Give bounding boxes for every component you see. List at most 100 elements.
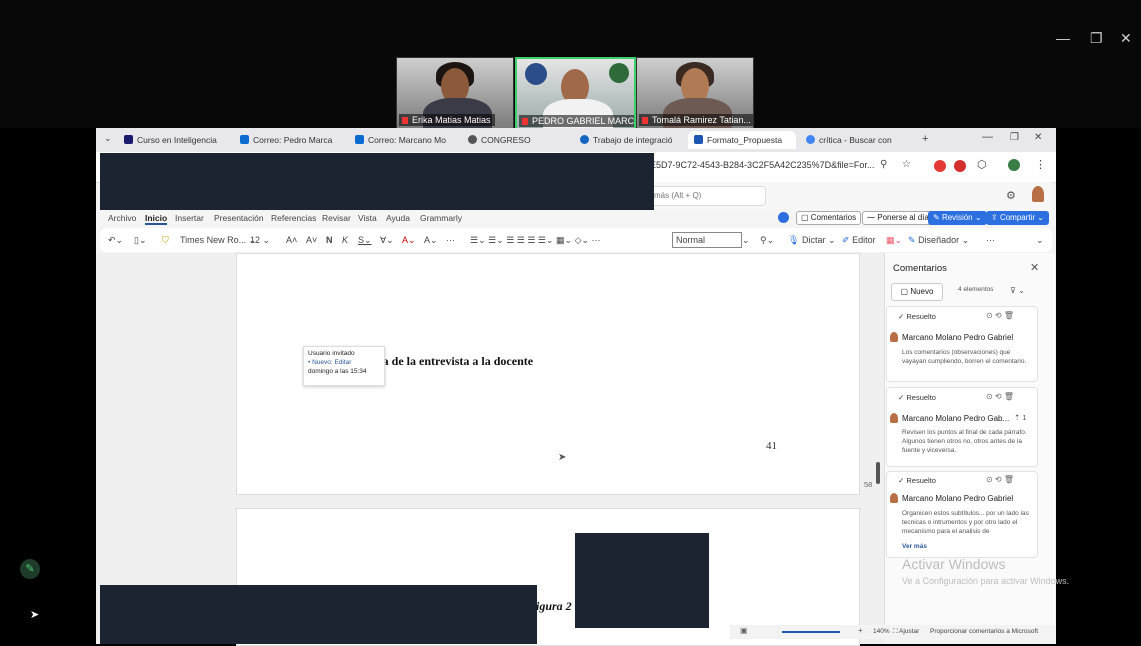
browser-menu-icon[interactable]: ⋮ xyxy=(1035,158,1046,171)
annotate-pen-icon[interactable]: ✎ xyxy=(20,559,40,579)
designer-icon: ✎ xyxy=(908,235,916,245)
tab-favicon-icon xyxy=(468,135,477,144)
zoom-icon[interactable]: ⚲ xyxy=(880,159,887,170)
tab-list-icon[interactable]: ⌄ xyxy=(104,133,112,144)
tab-revisar[interactable]: Revisar xyxy=(322,213,351,223)
search-hint: más (Alt + Q) xyxy=(654,191,702,200)
disenador-button[interactable]: ✎ Diseñador ⌄ xyxy=(908,235,969,246)
new-comment-button[interactable]: ▢ Nuevo xyxy=(891,283,943,301)
ponerse-al-dia-button[interactable]: ⁓ Ponerse al día xyxy=(862,211,934,225)
browser-minimize-icon[interactable]: — xyxy=(982,131,993,143)
extension-icon[interactable] xyxy=(954,160,966,172)
clear-format-icon[interactable]: A⌄ xyxy=(424,235,438,246)
format-painter-icon[interactable]: ⛉ xyxy=(162,235,169,246)
browser-tab[interactable]: Correo: Marcano Mo xyxy=(355,131,455,149)
browser-tab[interactable]: Curso en Inteligencia xyxy=(124,131,230,149)
avatar xyxy=(890,493,898,503)
vertical-scrollbar[interactable] xyxy=(876,462,880,484)
tab-archivo[interactable]: Archivo xyxy=(108,213,136,223)
comment-icon: ▢ xyxy=(801,213,811,222)
microphone-icon: 🎙 xyxy=(788,235,800,245)
comment-actions-icon[interactable]: ⊙ ⟲ 🗑 xyxy=(986,392,1014,401)
comment-body: Revisen los puntos al final de cada párr… xyxy=(902,429,1027,454)
comment-author: Marcano Molano Pedro Gab... xyxy=(902,414,1010,423)
editor-button[interactable]: ✐ Editor xyxy=(842,235,876,246)
feedback-link[interactable]: Proporcionar comentarios a Microsoft xyxy=(930,628,1038,635)
underline-icon[interactable]: S⌄ xyxy=(358,235,372,246)
minimize-button[interactable]: — xyxy=(1056,30,1070,46)
browser-restore-icon[interactable]: ❐ xyxy=(1010,132,1019,143)
bold-icon[interactable]: N xyxy=(326,235,333,245)
line-indicator: 58 xyxy=(864,480,873,489)
tab-grammarly[interactable]: Grammarly xyxy=(420,213,462,223)
undo-icon[interactable]: ↶⌄ xyxy=(108,235,123,246)
tab-favicon-icon xyxy=(124,135,133,144)
tab-presentacion[interactable]: Presentación xyxy=(214,213,264,223)
restore-button[interactable]: ❐ xyxy=(1090,30,1103,47)
shrink-font-icon[interactable]: A˅ xyxy=(306,235,317,245)
favorite-star-icon[interactable]: ☆ xyxy=(902,159,911,170)
fit-button[interactable]: ⛶ Ajustar xyxy=(893,628,919,636)
share-icon: ⇪ xyxy=(991,213,1000,222)
page-view-icon[interactable]: ▣ xyxy=(740,626,748,635)
browser-tab[interactable]: crítica - Buscar con xyxy=(806,131,906,149)
style-dropdown-icon[interactable]: ⌄ xyxy=(742,235,750,246)
comentarios-button[interactable]: ▢ Comentarios xyxy=(796,211,862,225)
revision-button[interactable]: ✎ Revisión ⌄ xyxy=(928,211,987,225)
participant-tile[interactable]: Tomalá Ramirez Tatian... xyxy=(636,57,754,129)
see-more-link[interactable]: Ver más xyxy=(902,543,927,550)
browser-tab-active[interactable]: Formato_Propuesta xyxy=(688,131,796,149)
settings-gear-icon[interactable]: ⚙ xyxy=(1006,189,1016,202)
ribbon-expand-icon[interactable]: ⌄ xyxy=(1036,235,1044,246)
browser-close-icon[interactable]: ✕ xyxy=(1034,132,1042,143)
extension-icon[interactable] xyxy=(934,160,946,172)
compartir-button[interactable]: ⇪ Compartir ⌄ xyxy=(986,211,1049,225)
browser-tab[interactable]: CONGRESO xyxy=(468,131,558,149)
comment-actions-icon[interactable]: ⊙ ⟲ 🗑 xyxy=(986,475,1014,484)
comment-add-icon: ▢ xyxy=(900,287,911,296)
cloud-icon xyxy=(580,135,589,144)
filter-icon[interactable]: ⊽ ⌄ xyxy=(1010,286,1025,295)
figure-caption: igura 2 xyxy=(536,599,572,613)
add-in-icon[interactable]: ▦⌄ xyxy=(886,235,902,246)
clipboard-icon[interactable]: ▯⌄ xyxy=(134,235,147,246)
close-button[interactable]: ✕ xyxy=(1120,30,1132,47)
zoom-in-icon[interactable]: + xyxy=(858,626,863,635)
italic-icon[interactable]: K xyxy=(342,235,348,245)
participant-tile-active[interactable]: PEDRO GABRIEL MARCA... xyxy=(515,57,636,131)
tab-inicio[interactable]: Inicio xyxy=(145,213,168,225)
section-heading: ica de la entrevista a la docente xyxy=(374,354,534,368)
tab-ayuda[interactable]: Ayuda xyxy=(386,213,410,223)
tab-vista[interactable]: Vista xyxy=(358,213,377,223)
comments-close-icon[interactable]: ✕ xyxy=(1030,261,1039,274)
dictar-button[interactable]: 🎙 Dictar ⌄ xyxy=(788,235,836,246)
new-tab-icon[interactable]: + xyxy=(922,133,928,145)
bullets-icon[interactable]: ☰⌄ ☰⌄ ☰ ☰ ☰ ☰⌄ ▦⌄ ◇⌄ ··· xyxy=(470,235,601,246)
info-icon[interactable] xyxy=(778,212,789,223)
tab-referencias[interactable]: Referencias xyxy=(271,213,316,223)
more-icon[interactable]: ··· xyxy=(986,235,995,245)
font-family-select[interactable]: Times New Ro... ⌄ xyxy=(180,235,256,246)
browser-tab[interactable]: Trabajo de integració xyxy=(580,131,680,149)
highlight-icon[interactable]: ∀⌄ xyxy=(380,235,394,246)
grow-font-icon[interactable]: A˄ xyxy=(286,235,297,245)
activation-watermark-subtitle: Ve a Configuración para activar Windows. xyxy=(902,576,1070,586)
find-icon[interactable]: ⚲⌄ xyxy=(760,235,774,246)
more-format-icon[interactable]: ··· xyxy=(446,235,455,245)
comments-title: Comentarios xyxy=(893,263,947,274)
mouse-pointer-icon: ➤ xyxy=(30,609,40,621)
font-color-icon[interactable]: A⌄ xyxy=(402,235,416,246)
font-size-select[interactable]: 12 ⌄ xyxy=(250,235,270,246)
profile-icon[interactable] xyxy=(1008,159,1020,171)
comment-body: Organicen estos subtítulos... por un lad… xyxy=(902,510,1029,535)
tab-insertar[interactable]: Insertar xyxy=(175,213,204,223)
participant-tile[interactable]: Erika Matias Matias xyxy=(396,57,514,129)
url-text[interactable]: E5D7-9C72-4543-B284-3C2F5A42C235%7D&file… xyxy=(650,160,874,170)
pen-icon: ✎ xyxy=(933,213,942,222)
extensions-puzzle-icon[interactable]: ⬡ xyxy=(977,158,987,171)
zoom-slider[interactable] xyxy=(782,631,840,633)
comment-actions-icon[interactable]: ⊙ ⟲ 🗑 xyxy=(986,311,1014,320)
user-avatar[interactable] xyxy=(1032,186,1044,202)
activation-watermark-title: Activar Windows xyxy=(902,556,1006,572)
browser-tab[interactable]: Correo: Pedro Marca xyxy=(240,131,346,149)
